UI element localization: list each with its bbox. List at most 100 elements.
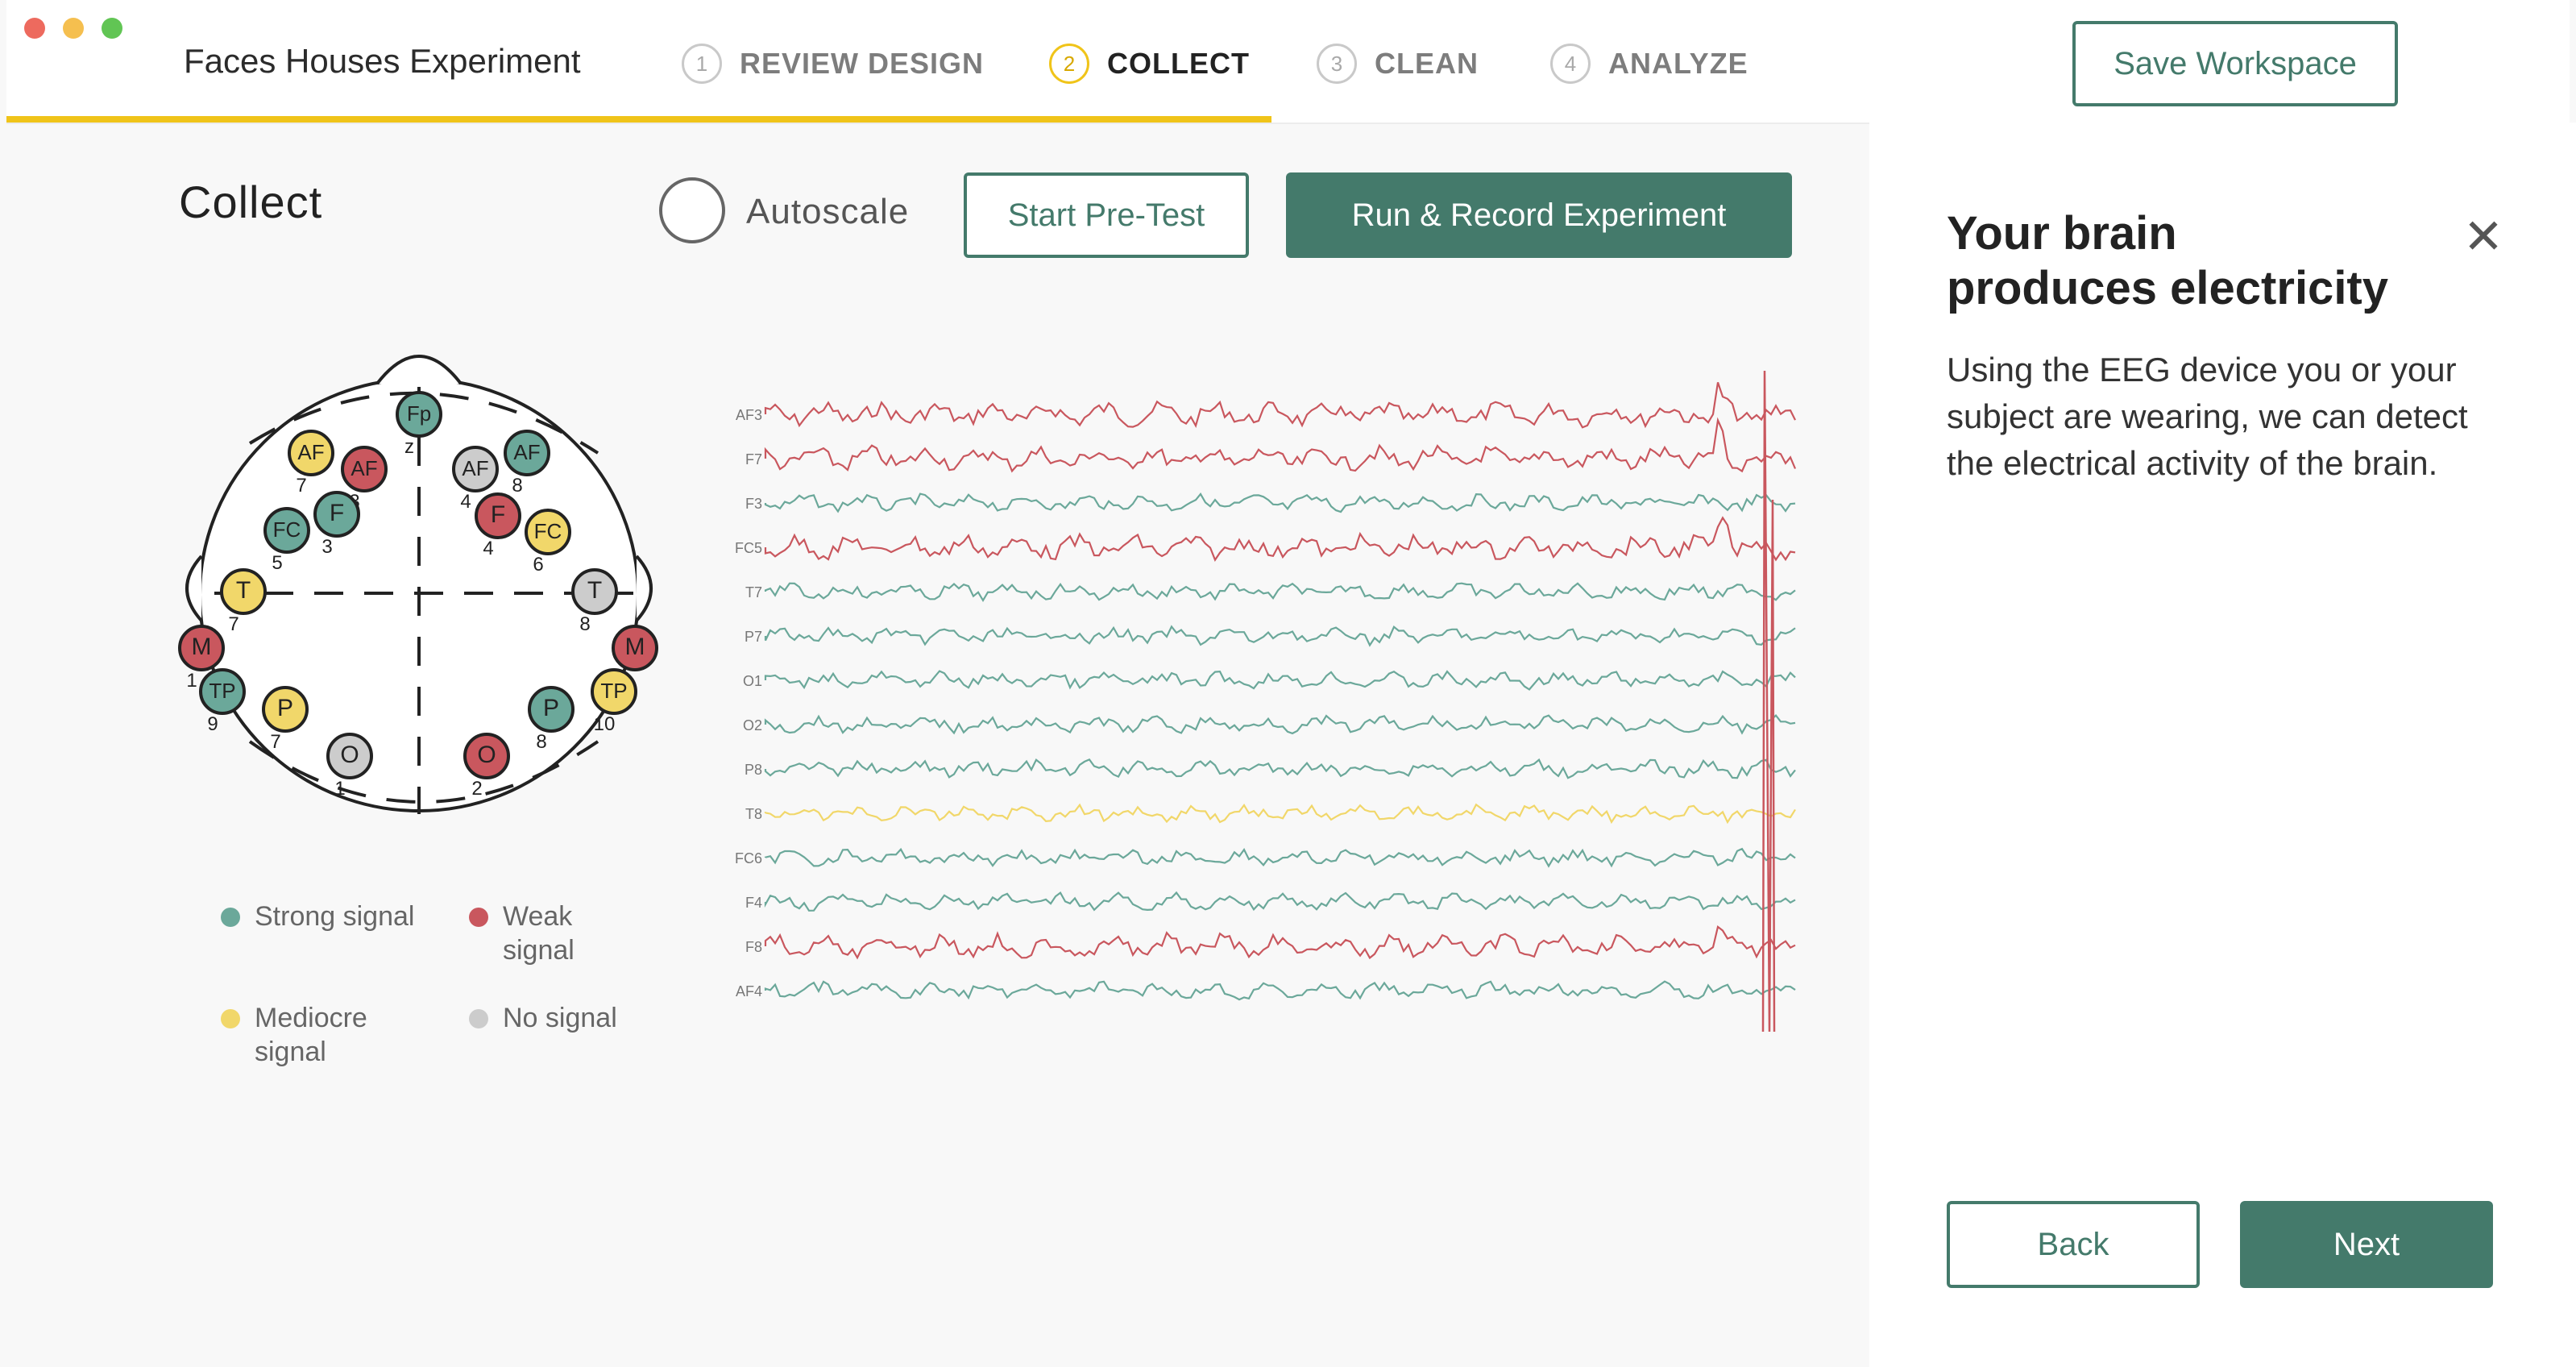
eeg-channel-label: F7 [745,451,762,467]
step-number-2: 2 [1049,44,1089,84]
back-button[interactable]: Back [1947,1201,2200,1288]
eeg-channel-label: AF4 [736,983,762,999]
window-close-button[interactable] [24,18,45,39]
svg-text:5: 5 [272,552,282,574]
svg-text:10: 10 [594,713,616,735]
info-panel-body: Using the EEG device you or your subject… [1947,351,2468,482]
step-label-analyze: ANALYZE [1608,47,1748,80]
step-number-1: 1 [682,44,722,84]
eeg-trace [764,847,1796,868]
legend-mediocre: Mediocre signal [255,1003,367,1067]
eeg-trace [764,625,1796,647]
svg-text:F: F [491,501,505,528]
eeg-trace [764,670,1796,691]
svg-text:2: 2 [471,778,482,800]
eeg-signal-chart: AF3 F7 F3 FC5 T7 P7 O1 O2 P8 T8 FC6 F4 F8 AF4 [735,370,1797,1033]
step-progress-bar [6,116,1271,123]
eeg-channel-label: O2 [743,717,762,733]
step-collect[interactable]: 2 COLLECT [1049,44,1250,84]
eeg-trace [764,980,1796,1001]
svg-text:AF: AF [351,456,377,480]
eeg-trace [764,758,1796,779]
electrode-head-map: FpzAF7AF3AF4AF8FC5F3F4FC6T7T8M1M2TP9TP10… [178,355,658,814]
eeg-trace [764,516,1796,562]
eeg-trace [764,382,1796,429]
eeg-channel-label: FC5 [735,540,762,556]
close-icon[interactable]: ✕ [2459,213,2508,261]
eeg-trace [764,891,1796,912]
legend-dot-strong [221,908,240,927]
svg-text:AF: AF [513,440,540,464]
autoscale-toggle[interactable] [659,177,725,243]
svg-text:P: P [543,695,559,721]
window-minimize-button[interactable] [63,18,84,39]
eeg-channel-label: F3 [745,496,762,512]
step-clean[interactable]: 3 CLEAN [1317,44,1479,84]
autoscale-label: Autoscale [746,192,910,231]
svg-text:O: O [477,742,496,768]
eeg-channel-p8: P8 [745,758,1796,779]
eeg-artifact-spike [1761,370,1776,1033]
eeg-channel-p7: P7 [745,625,1796,647]
svg-text:TP: TP [600,679,627,703]
start-pretest-button[interactable]: Start Pre-Test [964,172,1249,258]
svg-text:7: 7 [270,731,280,753]
svg-text:1: 1 [186,670,197,692]
eeg-channel-o1: O1 [743,670,1796,691]
svg-text:7: 7 [296,475,306,497]
eeg-channel-label: P7 [745,629,762,645]
eeg-channel-f7: F7 [745,417,1797,473]
eeg-channel-label: FC6 [735,850,762,866]
eeg-channel-label: AF3 [736,407,762,423]
svg-text:F: F [330,500,344,526]
svg-text:4: 4 [483,538,493,559]
legend-no-signal: No signal [503,1003,617,1033]
eeg-channel-f3: F3 [745,492,1796,513]
page-title: Collect [179,177,323,227]
step-label-collect: COLLECT [1107,47,1250,80]
info-panel-title: Your brain produces electricity [1947,207,2388,314]
step-review-design[interactable]: 1 REVIEW DESIGN [682,44,984,84]
eeg-trace [764,924,1796,960]
svg-text:AF: AF [297,440,324,464]
eeg-channel-o2: O2 [743,713,1796,735]
svg-text:6: 6 [533,554,543,575]
eeg-channel-label: F8 [745,939,762,955]
eeg-trace [764,417,1797,473]
svg-text:4: 4 [460,491,471,513]
svg-text:9: 9 [207,713,218,735]
window-zoom-button[interactable] [102,18,122,39]
next-button[interactable]: Next [2240,1201,2493,1288]
eeg-trace [764,803,1796,825]
svg-text:AF: AF [462,456,488,480]
svg-text:Fp: Fp [407,401,431,426]
legend-dot-weak [469,908,488,927]
eeg-channel-fc5: FC5 [735,516,1796,562]
eeg-channel-af3: AF3 [736,382,1796,429]
eeg-channel-label: T8 [745,806,762,822]
step-label-clean: CLEAN [1375,47,1479,80]
eeg-channel-label: T7 [745,584,762,600]
eeg-trace [764,492,1796,513]
save-workspace-button[interactable]: Save Workspace [2072,21,2398,106]
eeg-channel-label: P8 [745,762,762,778]
svg-text:T: T [587,577,602,604]
step-label-review-design: REVIEW DESIGN [740,47,985,80]
svg-text:8: 8 [512,475,522,497]
app-title: Faces Houses Experiment [184,42,581,80]
run-record-experiment-button[interactable]: Run & Record Experiment [1286,172,1792,258]
eeg-channel-fc6: FC6 [735,847,1796,868]
svg-text:8: 8 [536,731,546,753]
svg-text:3: 3 [321,536,332,558]
svg-text:7: 7 [228,613,239,635]
eeg-channel-label: F4 [745,895,762,911]
legend-dot-mediocre [221,1009,240,1028]
step-number-4: 4 [1550,44,1591,84]
eeg-channel-t8: T8 [745,803,1796,825]
svg-text:TP: TP [209,679,235,703]
svg-text:FC: FC [534,519,562,543]
eeg-channel-t7: T7 [745,582,1796,603]
svg-text:z: z [404,436,414,458]
step-analyze[interactable]: 4 ANALYZE [1550,44,1748,84]
svg-text:M: M [625,634,645,660]
